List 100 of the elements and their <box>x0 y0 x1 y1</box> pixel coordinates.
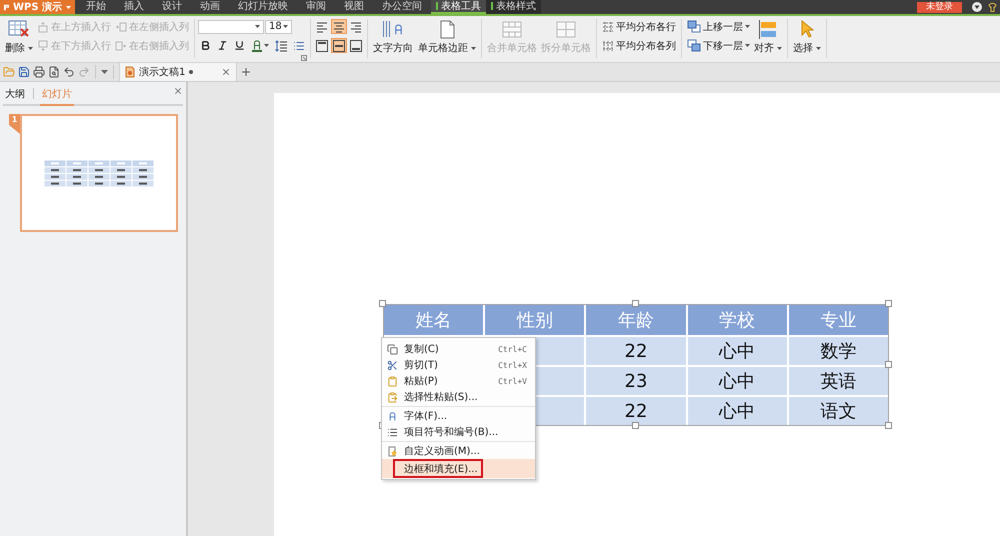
menu-tab[interactable]: 开始 <box>77 0 115 14</box>
page-icon <box>440 20 454 38</box>
resize-handle[interactable] <box>885 361 892 368</box>
font-size-field[interactable]: 18 <box>265 20 292 34</box>
caret-icon <box>745 44 750 47</box>
print-preview-icon[interactable] <box>48 66 60 78</box>
align-left-icon <box>316 20 328 32</box>
select-button[interactable]: 选择 <box>791 17 823 57</box>
menu-tab[interactable]: 办公空间 <box>373 0 431 14</box>
table-cell: 22 <box>586 397 686 425</box>
clipboard-icon <box>387 376 398 386</box>
menu-item[interactable]: 自定义动画(M)... <box>382 443 535 459</box>
caret-icon <box>816 46 821 50</box>
line-spacing-button[interactable] <box>273 38 289 53</box>
shortcut-text: Ctrl+C <box>498 344 527 354</box>
caret-icon <box>283 25 288 28</box>
table-cell: 心中 <box>688 337 787 365</box>
menu-tab[interactable]: 动画 <box>191 0 229 14</box>
vertical-align-button[interactable] <box>331 38 347 53</box>
text-direction-icon <box>382 19 404 39</box>
menu-item[interactable]: 字体(F)... <box>382 408 535 424</box>
menu-tab[interactable]: 设计 <box>153 0 191 14</box>
caret-icon <box>255 25 260 28</box>
shortcut-text: Ctrl+V <box>498 376 527 386</box>
insert-grid-icon <box>115 40 127 52</box>
vertical-align-button[interactable] <box>348 38 364 53</box>
close-icon[interactable] <box>173 86 183 96</box>
resize-handle[interactable] <box>379 300 386 307</box>
font-color-button[interactable] <box>249 38 271 53</box>
font-name-field[interactable] <box>198 20 264 34</box>
menu-tab[interactable]: 插入 <box>115 0 153 14</box>
table-cell: 心中 <box>688 367 787 395</box>
menu-item[interactable]: 复制(C) Ctrl+C <box>382 341 535 357</box>
italic-icon <box>217 40 228 51</box>
cursor-icon <box>800 20 814 38</box>
letter-a-icon <box>387 410 398 422</box>
distribute-rows-icon <box>602 20 614 32</box>
distribute-button[interactable]: 平均分布各列 <box>600 36 678 55</box>
list-icon <box>387 426 398 438</box>
table-delete-icon <box>8 20 30 38</box>
menu-tab[interactable]: 表格工具 <box>431 0 486 14</box>
insert-grid-icon <box>115 20 127 32</box>
resize-handle[interactable] <box>632 422 639 429</box>
vertical-align-button[interactable] <box>314 38 330 53</box>
tab-marker-icon <box>491 2 493 10</box>
text-align-button[interactable] <box>331 19 347 34</box>
bold-icon <box>200 40 211 51</box>
close-icon[interactable] <box>221 67 231 77</box>
table-cell: 23 <box>586 367 686 395</box>
merge-cells-icon <box>502 20 522 38</box>
layer-button[interactable]: 上移一层 <box>685 17 752 36</box>
line-spacing-icon <box>275 40 287 52</box>
menu-tab[interactable]: 审阅 <box>297 0 335 14</box>
copy-icon <box>387 344 398 354</box>
menu-item[interactable]: 边框和填充(E)... <box>382 459 535 478</box>
distribute-button[interactable]: 平均分布各行 <box>600 17 678 36</box>
dialog-launcher-icon[interactable] <box>301 55 307 61</box>
caret-icon <box>471 46 476 50</box>
scissors-icon <box>387 360 398 370</box>
presentation-file-icon <box>125 66 135 78</box>
document-tab[interactable]: 演示文稿1 <box>119 63 237 81</box>
column-header: 学校 <box>688 305 787 335</box>
save-icon[interactable] <box>18 66 30 78</box>
underline-icon <box>234 40 245 51</box>
menu-item[interactable]: 选择性粘贴(S)... <box>382 389 535 405</box>
undo-icon[interactable] <box>63 66 75 78</box>
shirt-icon[interactable] <box>988 2 997 12</box>
caret-icon <box>777 46 782 50</box>
resize-handle[interactable] <box>885 300 892 307</box>
text-direction-button[interactable]: 文字方向 <box>371 17 415 57</box>
menu-item[interactable]: 项目符号和编号(B)... <box>382 424 535 440</box>
delete-button[interactable]: 删除 <box>3 17 35 57</box>
caret-icon[interactable] <box>101 70 108 74</box>
new-tab-icon[interactable] <box>240 66 252 78</box>
printer-icon[interactable] <box>33 66 45 78</box>
table-cell: 数学 <box>788 337 888 365</box>
layer-button[interactable]: 下移一层 <box>685 36 752 55</box>
column-header: 姓名 <box>384 305 484 335</box>
align-top-icon <box>316 40 328 52</box>
slide-thumbnail[interactable] <box>20 114 178 232</box>
distribute-columns-icon <box>602 40 614 52</box>
menu-tab[interactable]: 视图 <box>335 0 373 14</box>
align-center-icon <box>333 20 345 32</box>
panel-tab[interactable]: 大纲 <box>3 87 27 106</box>
column-header: 年龄 <box>586 305 686 335</box>
resize-handle[interactable] <box>885 422 892 429</box>
resize-handle[interactable] <box>632 300 639 307</box>
login-button[interactable]: 未登录 <box>917 2 962 12</box>
tab-marker-icon <box>436 2 438 10</box>
menu-item[interactable]: 剪切(T) Ctrl+X <box>382 357 535 373</box>
align-button[interactable]: 对齐 <box>752 17 784 57</box>
shortcut-text: Ctrl+X <box>498 360 527 370</box>
menu-item[interactable]: 粘贴(P) Ctrl+V <box>382 373 535 389</box>
caret-icon <box>66 6 71 8</box>
insert-grid-icon <box>37 40 49 52</box>
cell-margin-button[interactable]: 单元格边距 <box>416 17 478 57</box>
align-bottom-icon <box>350 40 362 52</box>
menu-tab[interactable]: 幻灯片放映 <box>229 0 297 14</box>
dropdown-circle-icon[interactable] <box>972 2 982 12</box>
menu-tab[interactable]: 表格样式 <box>486 0 541 14</box>
